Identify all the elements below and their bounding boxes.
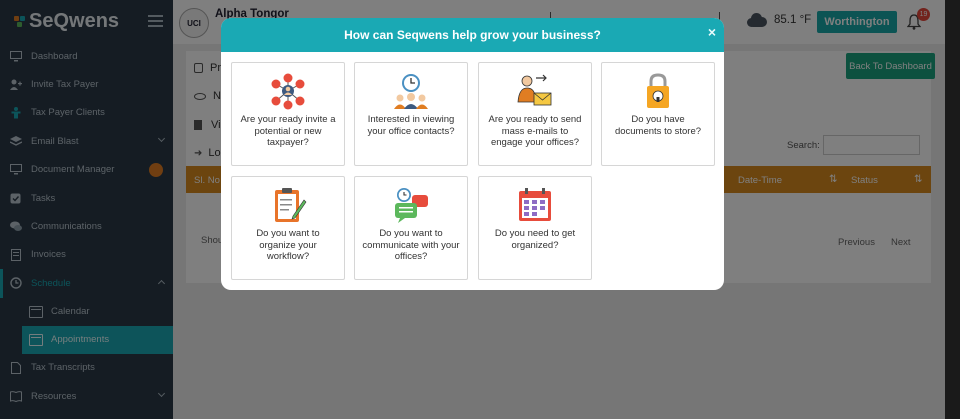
card-text: Do you need to get organized?: [494, 228, 576, 251]
option-card-mass-email[interactable]: Are you ready to send mass e-mails to en…: [478, 62, 592, 166]
modal-title: How can Seqwens help grow your business?: [344, 28, 601, 42]
card-text: Interested in viewing your office contac…: [367, 114, 455, 137]
option-card-invite-taxpayer[interactable]: Are your ready invite a potential or new…: [231, 62, 345, 166]
contacts-clock-icon: [394, 74, 428, 109]
send-mail-icon: [517, 74, 552, 106]
onboarding-modal: How can Seqwens help grow your business?…: [221, 18, 724, 290]
card-text: Do you have documents to store?: [614, 114, 702, 137]
card-text: Do you want to organize your workflow?: [256, 228, 320, 262]
calendar-icon: [519, 188, 551, 221]
option-card-communicate[interactable]: Do you want to communicate with your off…: [354, 176, 468, 280]
window-edge: [945, 0, 960, 419]
card-text: Are your ready invite a potential or new…: [240, 114, 336, 148]
clipboard-icon: [275, 188, 307, 222]
option-card-office-contacts[interactable]: Interested in viewing your office contac…: [354, 62, 468, 166]
network-people-icon: [271, 73, 305, 110]
close-icon[interactable]: ×: [708, 24, 716, 40]
lock-storage-icon: [647, 73, 669, 108]
card-text: Do you want to communicate with your off…: [362, 228, 460, 262]
chat-clock-icon: [395, 188, 428, 223]
option-card-get-organized[interactable]: Do you need to get organized?: [478, 176, 592, 280]
option-card-organize-workflow[interactable]: Do you want to organize your workflow?: [231, 176, 345, 280]
card-text: Are you ready to send mass e-mails to en…: [488, 114, 582, 148]
modal-header: How can Seqwens help grow your business?…: [221, 18, 724, 52]
option-card-store-documents[interactable]: Do you have documents to store?: [601, 62, 715, 166]
